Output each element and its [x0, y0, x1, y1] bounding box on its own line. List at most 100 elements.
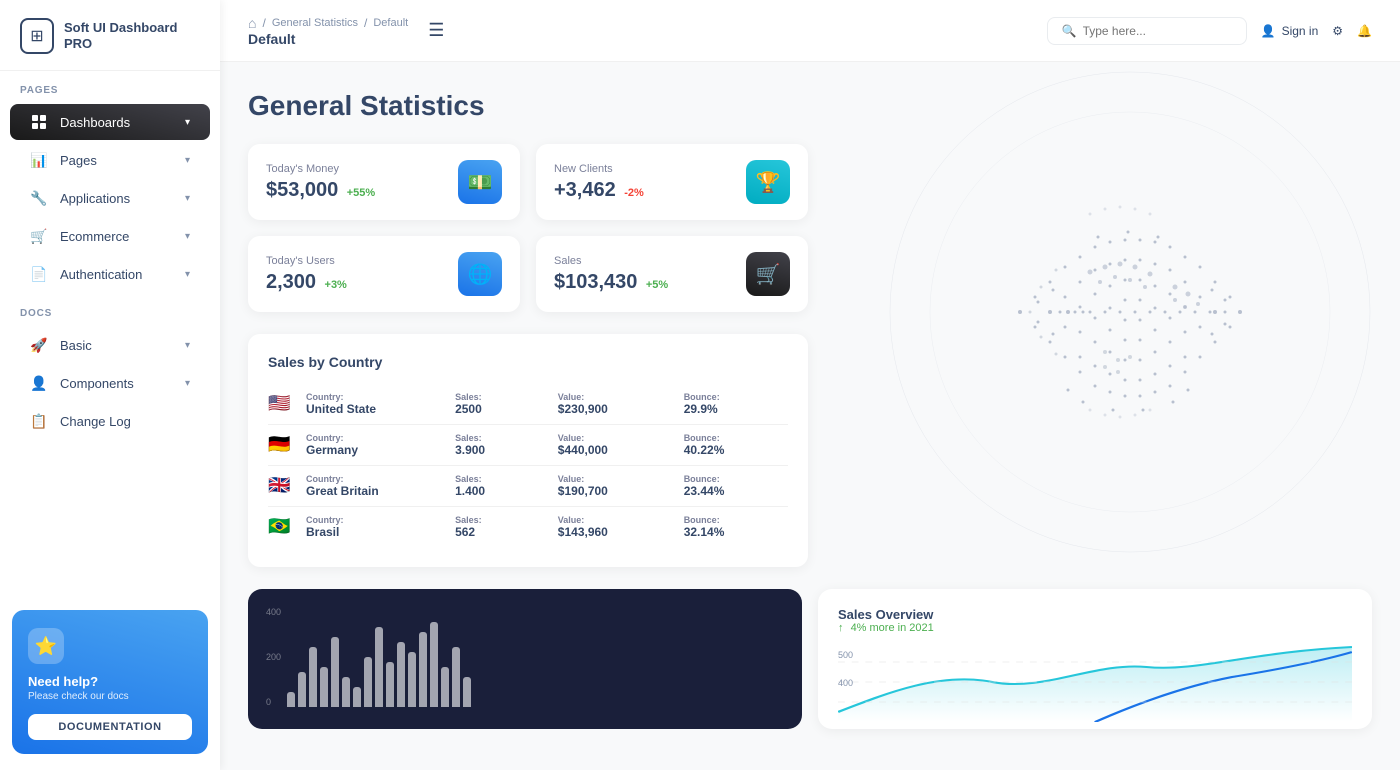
dashboard-icon — [30, 113, 48, 131]
sales-br: 562 — [455, 525, 548, 539]
sign-in-label: Sign in — [1282, 24, 1319, 38]
bounce-br: 32.14% — [684, 525, 788, 539]
breadcrumb-sep1: / — [262, 16, 265, 30]
chevron-down-icon: ▾ — [185, 155, 190, 166]
sidebar-ecommerce-label: Ecommerce — [60, 229, 129, 244]
stat-label-money: Today's Money — [266, 163, 375, 175]
stat-change-users: +3% — [325, 279, 347, 291]
stat-value-money: $53,000 — [266, 179, 338, 201]
sidebar-label-pages: PAGES — [0, 71, 220, 102]
country-name-us: United State — [306, 402, 445, 416]
table-row: 🇩🇪 Country: Germany Sales: 3.900 Value: … — [268, 425, 788, 466]
sidebar-pages-label: Pages — [60, 153, 97, 168]
value-de: $440,000 — [558, 443, 674, 457]
table-row: 🇧🇷 Country: Brasil Sales: 562 Value: $14… — [268, 507, 788, 547]
sidebar-item-changelog[interactable]: 📋 Change Log — [10, 403, 210, 439]
bar — [287, 692, 295, 707]
country-table: 🇺🇸 Country: United State Sales: 2500 Val… — [268, 384, 788, 547]
documentation-button[interactable]: DOCUMENTATION — [28, 714, 192, 740]
stat-card-users: Today's Users 2,300 +3% 🌐 — [248, 236, 520, 312]
overview-y-400: 400 — [838, 678, 853, 688]
chevron-down-icon: ▾ — [185, 231, 190, 242]
bar — [353, 687, 361, 707]
bar — [463, 677, 471, 707]
topbar: ⌂ / General Statistics / Default Default… — [220, 0, 1400, 62]
sidebar-applications-label: Applications — [60, 191, 130, 206]
hamburger-icon[interactable]: ☰ — [428, 20, 444, 41]
sidebar-item-ecommerce[interactable]: 🛒 Ecommerce ▾ — [10, 218, 210, 254]
settings-icon[interactable]: ⚙ — [1332, 24, 1343, 38]
col-header-bounce: Bounce: — [684, 392, 788, 402]
stat-change-money: +55% — [347, 187, 375, 199]
col-header-sales: Sales: — [455, 392, 548, 402]
page-title: General Statistics — [248, 90, 1372, 122]
value-br: $143,960 — [558, 525, 674, 539]
bar — [375, 627, 383, 707]
stat-change-clients: -2% — [624, 187, 644, 199]
bottom-charts: 400 200 0 Sales Overview ↑ 4% more in 20… — [248, 589, 1372, 729]
stat-label-sales: Sales — [554, 255, 668, 267]
search-box[interactable]: 🔍 — [1047, 17, 1247, 45]
sidebar-item-components[interactable]: 👤 Components ▾ — [10, 365, 210, 401]
home-icon: ⌂ — [248, 15, 256, 31]
ecommerce-icon: 🛒 — [30, 227, 48, 245]
pages-icon: 📊 — [30, 151, 48, 169]
bar — [441, 667, 449, 707]
bar-chart-y-labels: 400 200 0 — [266, 607, 287, 707]
bar — [320, 667, 328, 707]
logo-icon: ⊞ — [20, 18, 54, 54]
bounce-gb: 23.44% — [684, 484, 788, 498]
user-icon: 👤 — [1261, 24, 1276, 38]
stat-value-users: 2,300 — [266, 271, 316, 293]
sign-in-action[interactable]: 👤 Sign in — [1261, 24, 1319, 38]
breadcrumb-sep2: / — [364, 16, 367, 30]
help-star-icon: ⭐ — [28, 628, 64, 664]
bar — [298, 672, 306, 707]
country-name-de: Germany — [306, 443, 445, 457]
chevron-down-icon: ▾ — [185, 378, 190, 389]
stat-card-sales: Sales $103,430 +5% 🛒 — [536, 236, 808, 312]
country-name-gb: Great Britain — [306, 484, 445, 498]
flag-us: 🇺🇸 — [268, 394, 296, 414]
chevron-down-icon: ▾ — [185, 193, 190, 204]
sales-us: 2500 — [455, 402, 548, 416]
sidebar-item-authentication[interactable]: 📄 Authentication ▾ — [10, 256, 210, 292]
stat-label-clients: New Clients — [554, 163, 644, 175]
sidebar-item-dashboards[interactable]: Dashboards ▾ — [10, 104, 210, 140]
flag-br: 🇧🇷 — [268, 517, 296, 537]
sidebar-item-basic[interactable]: 🚀 Basic ▾ — [10, 327, 210, 363]
bar-chart-card: 400 200 0 — [248, 589, 802, 729]
page-title-breadcrumb: Default — [248, 31, 408, 47]
help-subtitle: Please check our docs — [28, 691, 192, 702]
changelog-icon: 📋 — [30, 412, 48, 430]
bar — [419, 632, 427, 707]
stat-card-money: Today's Money $53,000 +55% 💵 — [248, 144, 520, 220]
search-input[interactable] — [1083, 24, 1223, 38]
stat-label-users: Today's Users — [266, 255, 347, 267]
bar — [430, 622, 438, 707]
topbar-actions: 🔍 👤 Sign in ⚙ 🔔 — [1047, 17, 1372, 45]
bar — [397, 642, 405, 707]
bar — [364, 657, 372, 707]
sidebar-auth-label: Authentication — [60, 267, 142, 282]
sidebar-item-applications[interactable]: 🔧 Applications ▾ — [10, 180, 210, 216]
basic-icon: 🚀 — [30, 336, 48, 354]
chevron-down-icon: ▾ — [185, 340, 190, 351]
content-area: General Statistics Today's Money $53,000… — [220, 62, 1400, 770]
overview-y-500: 500 — [838, 650, 853, 660]
value-gb: $190,700 — [558, 484, 674, 498]
overview-change: 4% more in 2021 — [851, 622, 934, 634]
sidebar-section-docs: DOCS 🚀 Basic ▾ 👤 Components ▾ 📋 Change L… — [0, 294, 220, 441]
bar — [408, 652, 416, 707]
sidebar-item-pages[interactable]: 📊 Pages ▾ — [10, 142, 210, 178]
stat-icon-money: 💵 — [458, 160, 502, 204]
y-label-400: 400 — [266, 607, 281, 617]
auth-icon: 📄 — [30, 265, 48, 283]
bell-icon[interactable]: 🔔 — [1357, 24, 1372, 38]
value-us: $230,900 — [558, 402, 674, 416]
sidebar-section-pages: PAGES Dashboards ▾ 📊 Pages ▾ 🔧 Applicati… — [0, 71, 220, 294]
sales-by-country-card: Sales by Country 🇺🇸 Country: United Stat… — [248, 334, 808, 567]
sales-gb: 1.400 — [455, 484, 548, 498]
breadcrumb-dashboards: General Statistics — [272, 17, 358, 29]
app-name: Soft UI Dashboard PRO — [64, 20, 200, 51]
